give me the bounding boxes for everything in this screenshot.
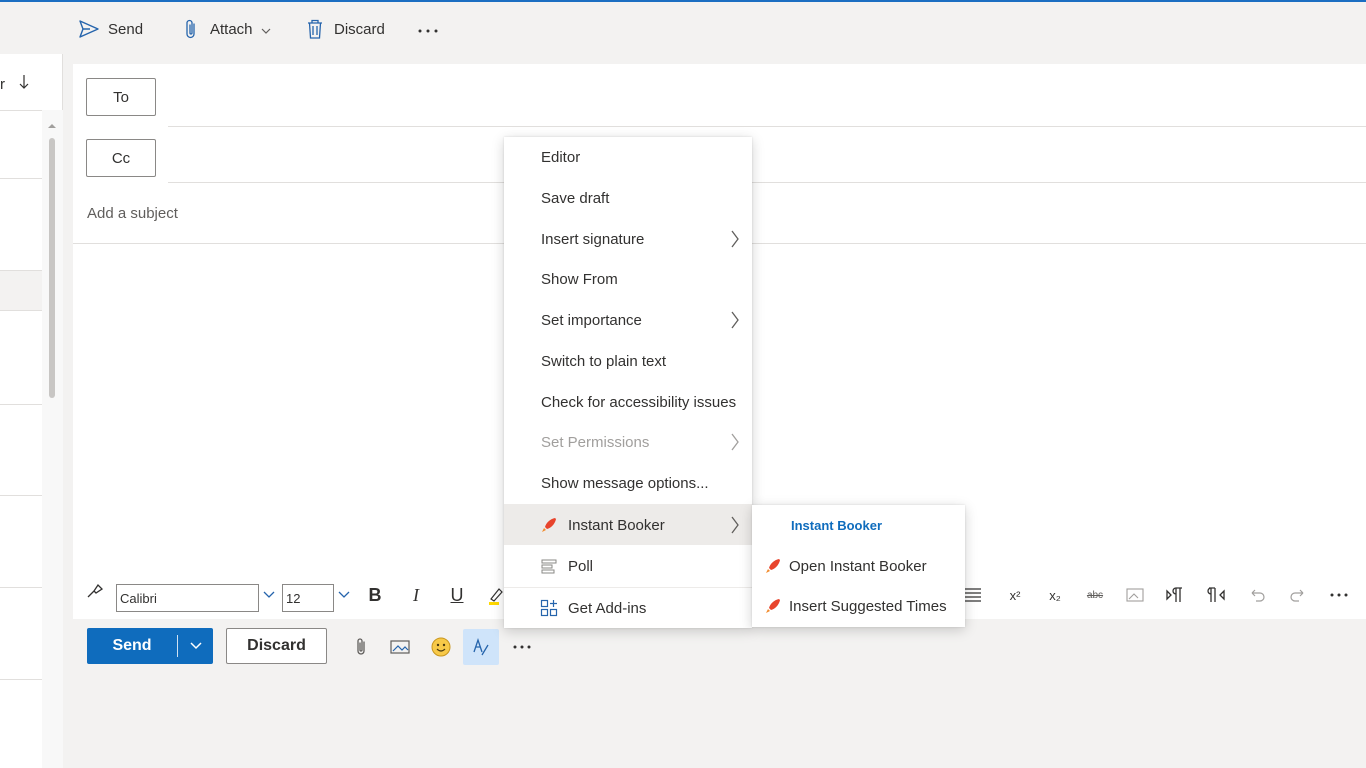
rtl-paragraph-icon[interactable] xyxy=(1204,576,1228,614)
font-size-input[interactable]: 12 xyxy=(282,584,334,612)
chevron-right-icon xyxy=(730,229,740,253)
menu-item-label: Get Add-ins xyxy=(568,599,647,617)
discard-command[interactable]: Discard xyxy=(304,16,385,42)
send-button-separator xyxy=(177,635,178,657)
chevron-down-icon[interactable] xyxy=(335,576,353,614)
list-divider xyxy=(0,679,42,680)
list-divider xyxy=(0,404,42,405)
menu-item-show-message-options[interactable]: Show message options... xyxy=(504,463,752,503)
chevron-down-icon[interactable] xyxy=(261,21,271,38)
rocket-icon xyxy=(540,516,558,534)
menu-item-label: Editor xyxy=(541,148,581,166)
scrollbar-thumb[interactable] xyxy=(49,138,55,398)
menu-item-label: Show message options... xyxy=(541,474,709,492)
italic-button[interactable]: I xyxy=(404,576,428,614)
menu-item-label: Save draft xyxy=(541,189,610,207)
emoji-icon[interactable] xyxy=(429,635,453,659)
list-divider xyxy=(0,587,42,588)
submenu-item-label: Open Instant Booker xyxy=(789,557,927,575)
more-commands-button[interactable] xyxy=(417,16,439,42)
underline-button[interactable]: U xyxy=(445,576,469,614)
more-options-icon[interactable] xyxy=(510,635,534,659)
message-list-pane: r xyxy=(0,54,63,768)
menu-item-save-draft[interactable]: Save draft xyxy=(504,178,752,218)
send-command-label: Send xyxy=(108,20,144,38)
chevron-right-icon xyxy=(730,432,740,456)
menu-item-check-accessibility[interactable]: Check for accessibility issues xyxy=(504,382,752,422)
cc-button[interactable]: Cc xyxy=(86,139,156,177)
list-divider xyxy=(0,495,42,496)
subscript-button[interactable]: x₂ xyxy=(1042,576,1068,614)
chevron-down-icon[interactable] xyxy=(260,576,278,614)
bold-button[interactable]: B xyxy=(363,576,387,614)
list-divider xyxy=(0,178,42,179)
menu-item-switch-plain-text[interactable]: Switch to plain text xyxy=(504,341,752,381)
superscript-button[interactable]: x² xyxy=(1002,576,1028,614)
menu-item-set-importance[interactable]: Set importance xyxy=(504,300,752,340)
insert-image-icon[interactable] xyxy=(388,635,412,659)
subject-input[interactable]: Add a subject xyxy=(87,205,178,222)
menu-item-get-add-ins[interactable]: Get Add-ins xyxy=(504,588,752,628)
sort-label[interactable]: r xyxy=(0,76,5,93)
list-divider xyxy=(0,270,42,271)
menu-item-show-from[interactable]: Show From xyxy=(504,259,752,299)
list-divider xyxy=(0,110,42,111)
ltr-paragraph-icon[interactable] xyxy=(1163,576,1187,614)
send-button[interactable]: Send xyxy=(87,628,213,664)
insert-picture-icon[interactable] xyxy=(1123,576,1147,614)
rocket-icon xyxy=(764,557,782,575)
discard-button[interactable]: Discard xyxy=(226,628,327,664)
undo-icon[interactable] xyxy=(1245,576,1269,614)
chevron-down-icon[interactable] xyxy=(178,642,213,650)
menu-item-label: Switch to plain text xyxy=(541,352,667,370)
attach-file-icon[interactable] xyxy=(349,635,373,659)
command-bar: Send Attach Discard xyxy=(0,2,1366,54)
send-icon xyxy=(78,18,100,40)
menu-item-set-permissions: Set Permissions xyxy=(504,422,752,462)
discard-command-label: Discard xyxy=(334,20,385,38)
instant-booker-submenu: Instant Booker Open Instant Booker Inser… xyxy=(752,505,965,627)
submenu-item-open-instant-booker[interactable]: Open Instant Booker xyxy=(752,546,965,586)
chevron-right-icon xyxy=(730,310,740,334)
menu-item-poll[interactable]: Poll xyxy=(504,546,752,586)
attach-command-label: Attach xyxy=(210,20,253,38)
format-painter-icon[interactable] xyxy=(83,572,107,610)
poll-icon xyxy=(540,557,558,575)
menu-item-editor[interactable]: Editor xyxy=(504,137,752,177)
list-divider xyxy=(0,310,42,311)
chevron-right-icon xyxy=(730,515,740,539)
list-item[interactable] xyxy=(0,270,42,310)
menu-item-label: Poll xyxy=(568,557,594,575)
submenu-item-label: Insert Suggested Times xyxy=(789,597,947,615)
menu-item-label: Insert signature xyxy=(541,230,645,248)
menu-item-label: Check for accessibility issues xyxy=(541,393,737,411)
submenu-item-insert-suggested-times[interactable]: Insert Suggested Times xyxy=(752,586,965,626)
send-command[interactable]: Send xyxy=(78,16,143,42)
trash-icon xyxy=(304,18,326,40)
submenu-header: Instant Booker xyxy=(791,518,883,533)
more-options-menu: Editor Save draft Insert signature Show … xyxy=(504,137,752,628)
sort-arrow-icon[interactable] xyxy=(18,73,30,94)
paperclip-icon xyxy=(180,18,202,40)
cc-field-underline xyxy=(168,182,1366,183)
more-formatting-icon[interactable] xyxy=(1327,576,1351,614)
menu-item-label: Set Permissions xyxy=(541,433,650,451)
menu-item-instant-booker[interactable]: Instant Booker xyxy=(504,505,752,545)
editor-icon[interactable] xyxy=(463,629,499,665)
font-name-input[interactable]: Calibri xyxy=(116,584,259,612)
add-ins-icon xyxy=(540,599,558,617)
to-button[interactable]: To xyxy=(86,78,156,116)
menu-item-label: Show From xyxy=(541,270,618,288)
rocket-icon xyxy=(764,597,782,615)
attach-command[interactable]: Attach xyxy=(180,16,271,42)
to-field-underline xyxy=(168,126,1366,127)
strikethrough-button[interactable]: abc xyxy=(1082,576,1108,614)
menu-item-insert-signature[interactable]: Insert signature xyxy=(504,219,752,259)
send-button-label: Send xyxy=(112,637,152,654)
scroll-up-icon[interactable] xyxy=(47,116,57,132)
redo-icon[interactable] xyxy=(1286,576,1310,614)
menu-item-label: Set importance xyxy=(541,311,642,329)
more-icon xyxy=(417,21,439,38)
menu-item-label: Instant Booker xyxy=(568,516,665,534)
